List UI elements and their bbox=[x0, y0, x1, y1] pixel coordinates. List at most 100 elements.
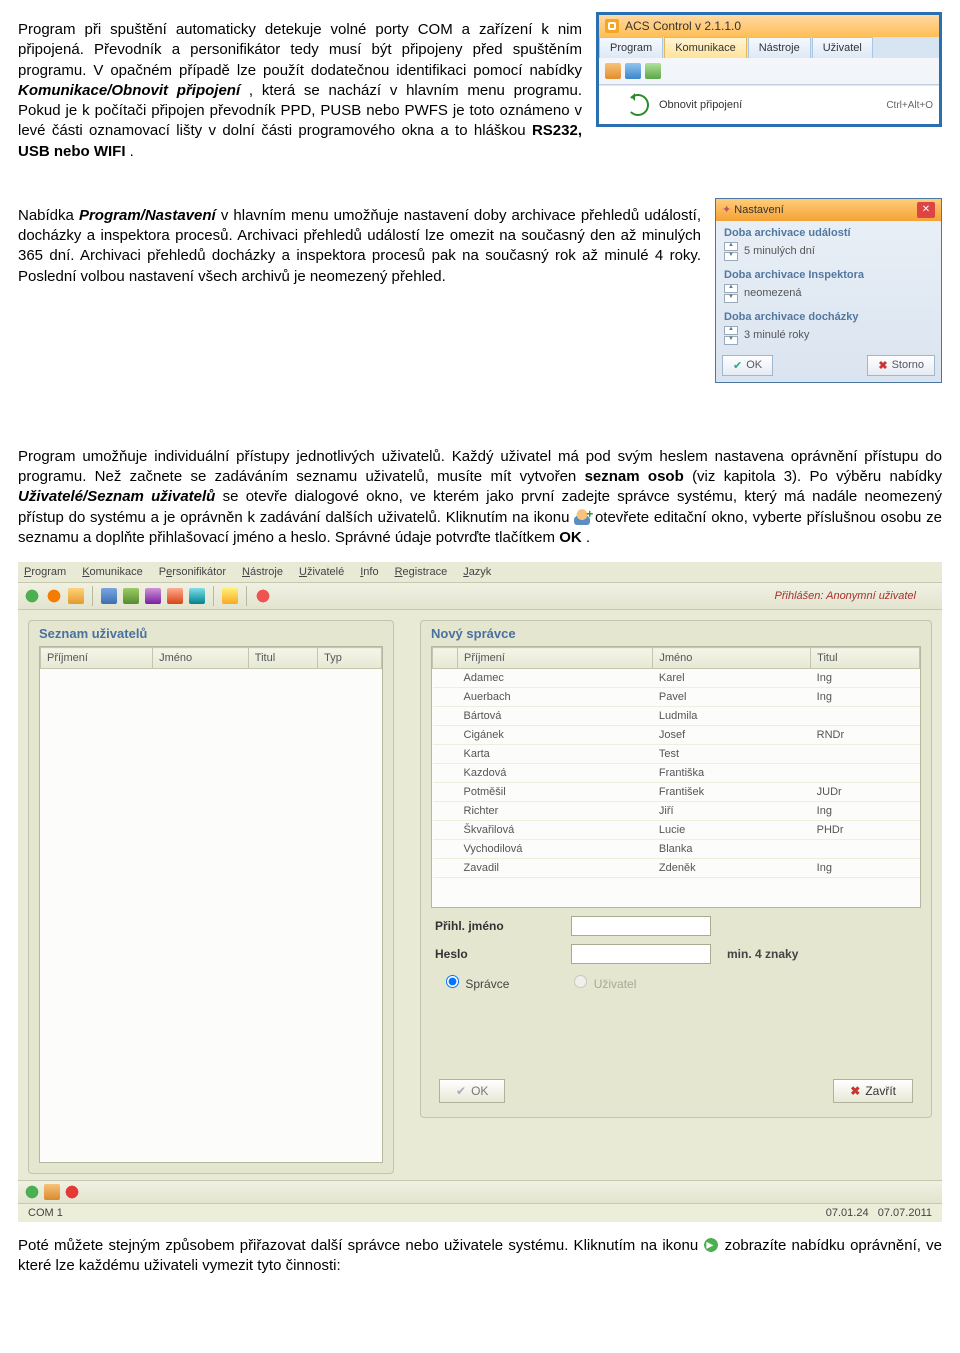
tool-run-icon[interactable] bbox=[46, 588, 62, 604]
toolbar bbox=[599, 58, 939, 85]
panel-title-users: Seznam uživatelů bbox=[29, 621, 393, 646]
col-marker bbox=[433, 648, 458, 669]
users-group-icon[interactable] bbox=[625, 63, 641, 79]
tool-list-icon[interactable] bbox=[123, 588, 139, 604]
users-list-panel: Seznam uživatelů Příjmení Jméno Titul Ty… bbox=[28, 620, 394, 1174]
table-row[interactable]: BártováLudmila bbox=[433, 707, 920, 726]
add-user-icon bbox=[574, 509, 590, 525]
menu-nastroje[interactable]: Nástroje bbox=[242, 566, 283, 578]
table-row[interactable]: KartaTest bbox=[433, 745, 920, 764]
archive-attendance-label: Doba archivace docházky bbox=[724, 311, 933, 323]
permissions-icon bbox=[703, 1237, 719, 1253]
title-bar: ACS Control v 2.1.1.0 bbox=[599, 15, 939, 37]
table-row[interactable]: AuerbachPavelIng bbox=[433, 688, 920, 707]
password-input[interactable] bbox=[571, 944, 711, 964]
table-row[interactable]: VychodilováBlanka bbox=[433, 840, 920, 859]
menu-item-label: Obnovit připojení bbox=[659, 99, 742, 111]
menu-uzivatel[interactable]: Uživatel bbox=[812, 37, 873, 58]
user-single-icon[interactable] bbox=[605, 63, 621, 79]
app-icon bbox=[605, 19, 619, 33]
col-titul[interactable]: Titul bbox=[248, 648, 317, 669]
table-row[interactable]: AdamecKarelIng bbox=[433, 669, 920, 688]
storno-button[interactable]: ✖Storno bbox=[867, 355, 935, 376]
table-row[interactable]: RichterJiříIng bbox=[433, 802, 920, 821]
ok-button[interactable]: ✔OK bbox=[722, 355, 773, 376]
close-button[interactable]: ✖Zavřít bbox=[833, 1079, 913, 1103]
col-typ[interactable]: Typ bbox=[318, 648, 382, 669]
status-date2: 07.07.2011 bbox=[878, 1207, 932, 1219]
menu-registrace[interactable]: Registrace bbox=[395, 566, 448, 578]
new-admin-panel: Nový správce Příjmení Jméno Titul Adamec… bbox=[420, 620, 932, 1118]
status-icon[interactable] bbox=[645, 63, 661, 79]
spinner-buttons[interactable]: ▲▼ bbox=[724, 326, 738, 345]
table-row[interactable]: PotměšilFrantišekJUDr bbox=[433, 783, 920, 802]
tool-refresh-icon[interactable] bbox=[24, 588, 40, 604]
tool-db-icon[interactable] bbox=[101, 588, 117, 604]
main-app-window: Program Komunikace Personifikátor Nástro… bbox=[18, 562, 942, 1222]
role-admin-radio[interactable]: Správce bbox=[441, 972, 509, 991]
menu-jazyk[interactable]: Jazyk bbox=[463, 566, 491, 578]
menu-item-shortcut: Ctrl+Alt+O bbox=[886, 100, 933, 111]
tool-key-icon[interactable] bbox=[189, 588, 205, 604]
menu-program[interactable]: Program bbox=[599, 37, 663, 58]
persons-table-wrap: Příjmení Jméno Titul AdamecKarelIngAuerb… bbox=[431, 646, 921, 908]
tool-lock-icon[interactable] bbox=[167, 588, 183, 604]
login-label: Přihl. jméno bbox=[435, 919, 555, 933]
dialog-title: Nastavení bbox=[734, 204, 784, 216]
table-row[interactable]: ŠkvařilováLuciePHDr bbox=[433, 821, 920, 840]
footer-add-icon[interactable] bbox=[24, 1184, 40, 1200]
users-table: Příjmení Jméno Titul Typ bbox=[40, 647, 382, 669]
status-date1: 07.01.24 bbox=[826, 1207, 869, 1219]
archive-attendance-value: 3 minulé roky bbox=[744, 329, 809, 341]
role-row: Správce Uživatel bbox=[441, 972, 911, 991]
menu-personifikator[interactable]: Personifikátor bbox=[159, 566, 226, 578]
tool-star-icon[interactable] bbox=[222, 588, 238, 604]
archive-events-label: Doba archivace událostí bbox=[724, 227, 933, 239]
table-row[interactable]: KazdováFrantiška bbox=[433, 764, 920, 783]
status-bar: COM 1 07.01.24 07.07.2011 bbox=[18, 1203, 942, 1222]
col-jmeno[interactable]: Jméno bbox=[153, 648, 249, 669]
menu-item-obnovit-pripojeni[interactable]: Obnovit připojení Ctrl+Alt+O bbox=[599, 85, 939, 124]
acs-control-window: ACS Control v 2.1.1.0 Program Komunikace… bbox=[596, 12, 942, 127]
role-user-radio: Uživatel bbox=[569, 972, 636, 991]
archive-inspector-row: Doba archivace Inspektora ▲▼ neomezená bbox=[716, 263, 941, 305]
paragraph-3: Program umožňuje individuální přístupy j… bbox=[18, 447, 942, 548]
col-titul[interactable]: Titul bbox=[811, 648, 920, 669]
menu-program[interactable]: Program bbox=[24, 566, 66, 578]
archive-inspector-label: Doba archivace Inspektora bbox=[724, 269, 933, 281]
tool-stop-icon[interactable] bbox=[255, 588, 271, 604]
bottom-toolbar bbox=[18, 1180, 942, 1203]
login-input[interactable] bbox=[571, 916, 711, 936]
archive-inspector-value: neomezená bbox=[744, 287, 802, 299]
menu-info[interactable]: Info bbox=[360, 566, 378, 578]
users-table-wrap: Příjmení Jméno Titul Typ bbox=[39, 646, 383, 1163]
menu-nastroje[interactable]: Nástroje bbox=[748, 37, 811, 58]
login-row: Přihl. jméno bbox=[435, 916, 917, 936]
paragraph-4: Poté můžete stejným způsobem přiřazovat … bbox=[18, 1236, 942, 1277]
menu-komunikace[interactable]: Komunikace bbox=[82, 566, 143, 578]
close-button[interactable]: ✕ bbox=[917, 202, 935, 218]
footer-user-icon[interactable] bbox=[44, 1184, 60, 1200]
table-row[interactable]: CigánekJosefRNDr bbox=[433, 726, 920, 745]
nastaveni-dialog: ✦ Nastavení ✕ Doba archivace událostí ▲▼… bbox=[715, 198, 942, 383]
title-text: ACS Control v 2.1.1.0 bbox=[625, 19, 741, 33]
menu-uzivatele[interactable]: Uživatelé bbox=[299, 566, 344, 578]
menu-komunikace[interactable]: Komunikace bbox=[664, 37, 747, 58]
password-row: Heslo min. 4 znaky bbox=[435, 944, 917, 964]
col-prijmeni[interactable]: Příjmení bbox=[458, 648, 653, 669]
archive-events-value: 5 minulých dní bbox=[744, 245, 815, 257]
password-hint: min. 4 znaky bbox=[727, 947, 798, 961]
archive-attendance-row: Doba archivace docházky ▲▼ 3 minulé roky bbox=[716, 305, 941, 347]
spinner-buttons[interactable]: ▲▼ bbox=[724, 284, 738, 303]
main-menu-bar: Program Komunikace Personifikátor Nástro… bbox=[18, 562, 942, 582]
main-toolbar: Přihlášen: Anonymní uživatel bbox=[18, 582, 942, 610]
col-prijmeni[interactable]: Příjmení bbox=[41, 648, 153, 669]
spinner-buttons[interactable]: ▲▼ bbox=[724, 242, 738, 261]
col-jmeno[interactable]: Jméno bbox=[653, 648, 811, 669]
refresh-icon bbox=[627, 94, 649, 116]
table-row[interactable]: ZavadilZdeněkIng bbox=[433, 859, 920, 878]
ok-button-disabled: ✔OK bbox=[439, 1079, 505, 1103]
footer-remove-icon[interactable] bbox=[64, 1184, 80, 1200]
tool-report-icon[interactable] bbox=[145, 588, 161, 604]
tool-user-icon[interactable] bbox=[68, 588, 84, 604]
